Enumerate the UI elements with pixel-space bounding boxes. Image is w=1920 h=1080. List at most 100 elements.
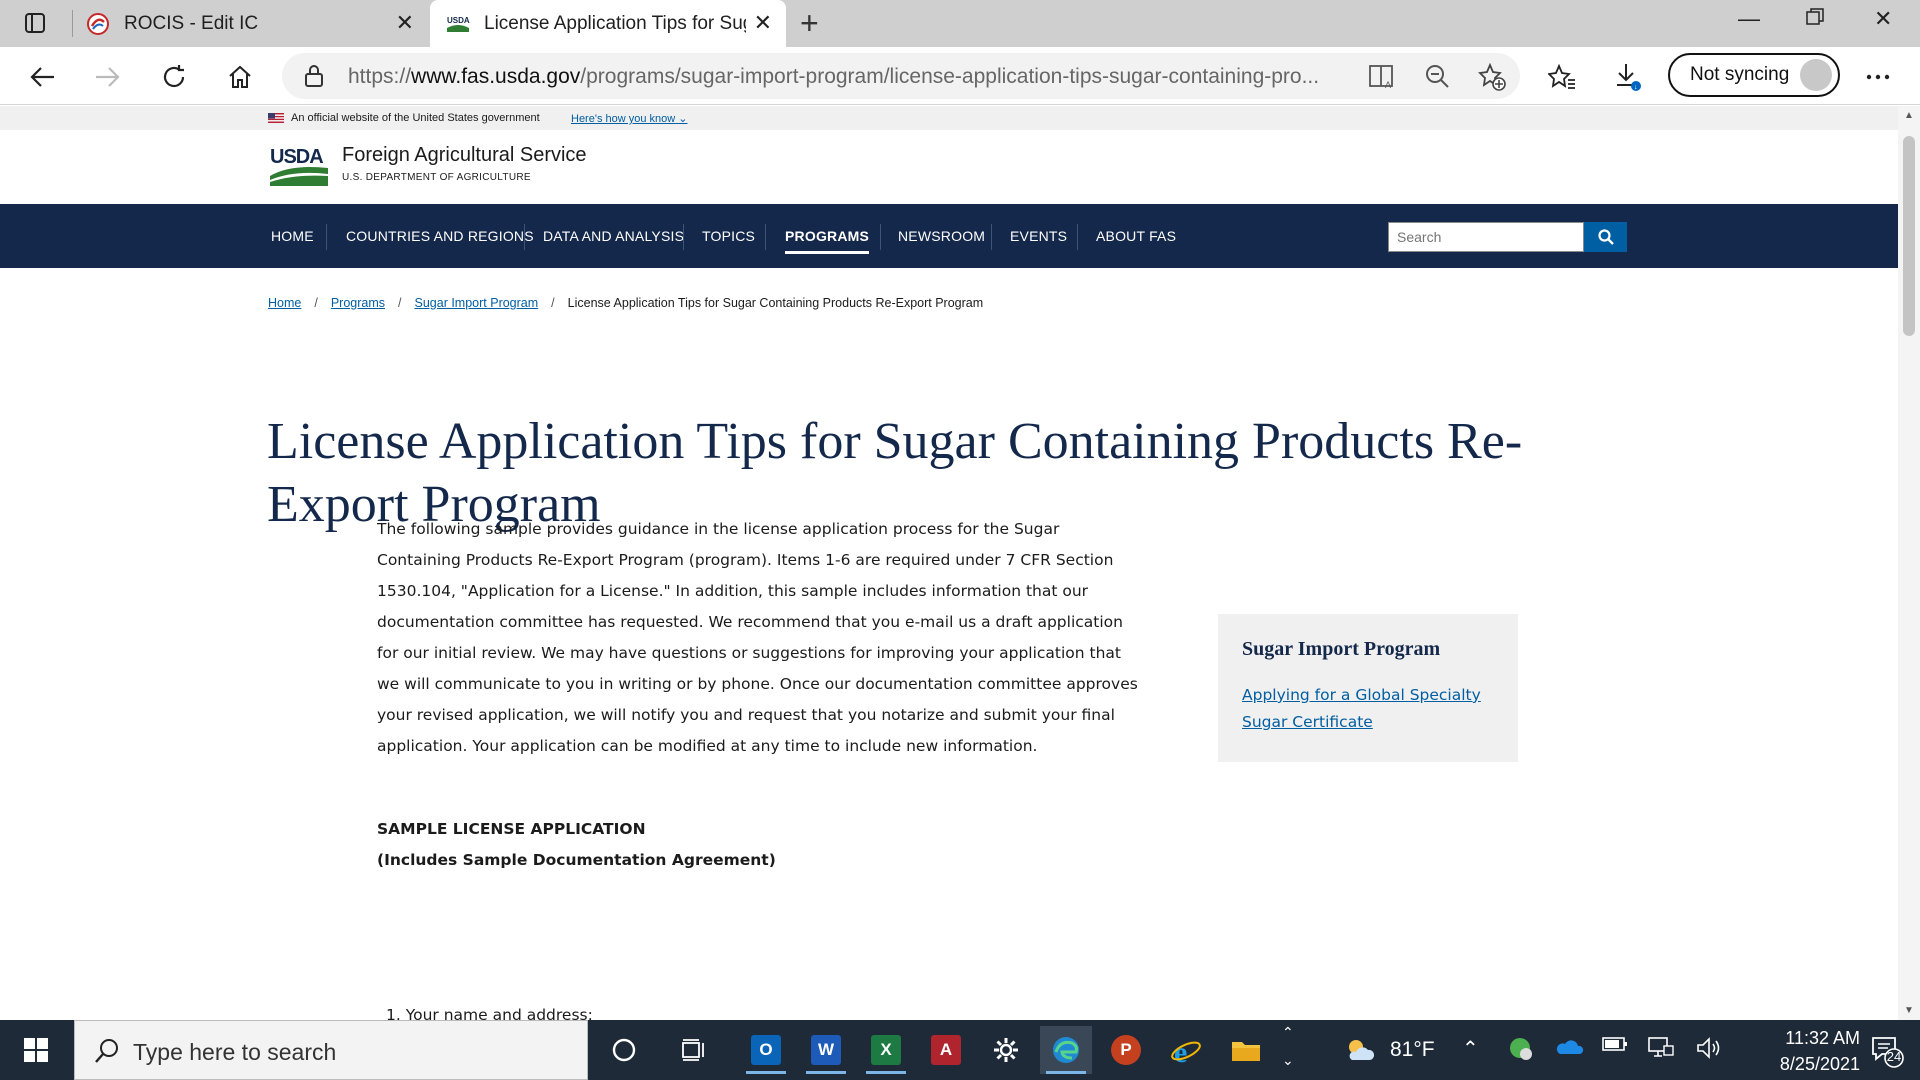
agency-name[interactable]: Foreign Agricultural Service [342,144,587,167]
heres-how-you-know-link[interactable]: Here's how you know ⌄ [571,112,688,125]
scroll-down-icon[interactable]: ⌄ [1282,1052,1294,1069]
nav-programs[interactable]: PROGRAMS [785,204,870,268]
scroll-up-icon[interactable]: ▲ [1904,110,1914,121]
sample-heading-title: SAMPLE LICENSE APPLICATION [377,820,646,838]
access-app-icon[interactable]: A [920,1026,972,1074]
sample-heading-subtitle: (Includes Sample Documentation Agreement… [377,851,776,869]
search-icon [95,1039,118,1063]
close-tab-icon[interactable]: ✕ [754,12,772,34]
zoom-out-icon[interactable] [1424,63,1450,89]
downloads-icon[interactable]: ↓ [1610,59,1646,95]
nav-home[interactable]: HOME [271,204,314,268]
nav-newsroom[interactable]: NEWSROOM [898,204,985,268]
breadcrumb-sugar-import-program[interactable]: Sugar Import Program [415,296,539,310]
nav-topics[interactable]: TOPICS [702,204,755,268]
usda-logo[interactable]: USDA [270,146,330,186]
file-explorer-app-icon[interactable] [1220,1026,1272,1074]
nav-events[interactable]: EVENTS [1010,204,1067,268]
list-item: 1. Your name and address: [386,1006,593,1020]
nav-separator [524,224,525,250]
breadcrumb: Home / Programs / Sugar Import Program / Licen… [268,296,983,310]
powerpoint-app-icon[interactable]: P [1100,1026,1152,1074]
tab-rocis[interactable]: ROCIS - Edit IC ✕ [86,0,428,47]
back-arrow-icon[interactable] [24,59,60,95]
settings-gear-icon[interactable] [980,1026,1032,1074]
page-viewport: An official website of the United States… [0,106,1898,1020]
nav-separator [1077,224,1078,250]
home-icon[interactable] [222,59,258,95]
site-header: USDA Foreign Agricultural Service U.S. D… [0,130,1898,204]
nav-data-and-analysis[interactable]: DATA AND ANALYSIS [543,204,684,268]
browser-tab-strip: ROCIS - Edit IC ✕ USDA License Applicati… [0,0,1920,47]
breadcrumb-home[interactable]: Home [268,296,301,310]
minimize-window-icon[interactable]: — [1738,6,1760,32]
profile-sync-button[interactable]: Not syncing [1668,53,1840,97]
tab-license-application[interactable]: USDA License Application Tips for Sugar … [430,0,786,47]
notification-count: 24 [1886,1049,1902,1064]
clock-date[interactable]: 8/25/2021 [1740,1054,1860,1075]
running-indicator [866,1071,906,1074]
tab-actions-icon[interactable] [12,8,58,38]
sidebar-title: Sugar Import Program [1242,638,1441,660]
add-favorite-icon[interactable] [1478,63,1506,91]
profile-avatar-icon [1800,59,1832,91]
nav-about-fas[interactable]: ABOUT FAS [1096,204,1176,268]
clock-time[interactable]: 11:32 AM [1740,1028,1860,1049]
address-bar[interactable]: https://www.fas.usda.gov/programs/sugar-… [282,53,1520,99]
svg-text:↓: ↓ [1634,84,1638,91]
start-button[interactable] [0,1020,72,1080]
url-scheme: https:// [348,65,412,88]
main-navigation: HOME COUNTRIES AND REGIONS DATA AND ANAL… [0,204,1898,268]
nav-separator [880,224,881,250]
notifications-icon[interactable]: 24 [1870,1034,1904,1073]
global-specialty-sugar-link[interactable]: Applying for a Global Specialty Sugar Ce… [1242,682,1492,736]
favorites-icon[interactable] [1544,59,1580,95]
nav-countries-and-regions[interactable]: COUNTRIES AND REGIONS [346,204,534,268]
close-tab-icon[interactable]: ✕ [396,12,414,34]
lock-icon[interactable] [304,64,324,88]
network-icon[interactable] [1648,1036,1674,1065]
battery-icon[interactable] [1602,1036,1628,1057]
more-options-icon[interactable] [1860,59,1896,95]
url-text[interactable]: https://www.fas.usda.gov/programs/sugar-… [348,65,1350,89]
cortana-icon[interactable] [598,1026,650,1074]
windows-taskbar: Type here to search O W X A P e ⌃ ⌄ 81°F… [0,1020,1920,1080]
page-scrollbar[interactable]: ▲ ▼ [1898,106,1920,1020]
edge-browser-app-icon[interactable] [1040,1026,1092,1074]
breadcrumb-programs[interactable]: Programs [331,296,385,310]
search-icon [1597,229,1614,245]
forward-arrow-icon[interactable] [90,59,126,95]
sync-label: Not syncing [1690,64,1790,85]
breadcrumb-separator: / [398,296,402,310]
weather-temperature[interactable]: 81°F [1390,1038,1435,1062]
task-view-icon[interactable] [668,1026,720,1074]
running-indicator [806,1071,846,1074]
close-window-icon[interactable]: ✕ [1874,6,1892,32]
tab-title: ROCIS - Edit IC [124,12,259,34]
outlook-app-icon[interactable]: O [740,1026,792,1074]
word-app-icon[interactable]: W [800,1026,852,1074]
show-hidden-icons-icon[interactable]: ⌃ [1462,1036,1479,1061]
heres-how-you-know-label: Here's how you know [571,113,676,125]
chevron-down-icon: ⌄ [678,113,688,125]
scroll-down-icon[interactable]: ▼ [1904,1005,1914,1016]
onedrive-cloud-icon[interactable] [1556,1036,1584,1061]
internet-explorer-app-icon[interactable]: e [1160,1026,1212,1074]
rocis-favicon-icon [87,12,109,35]
scrollbar-thumb[interactable] [1903,136,1915,336]
excel-app-icon[interactable]: X [860,1026,912,1074]
site-search-button[interactable] [1584,222,1627,252]
vpn-globe-icon[interactable] [1508,1036,1534,1067]
weather-icon[interactable] [1344,1036,1376,1069]
gov-banner: An official website of the United States… [0,106,1898,130]
nav-separator [765,224,766,250]
volume-icon[interactable] [1696,1036,1722,1065]
immersive-reader-icon[interactable]: A [1368,63,1396,89]
taskbar-search-box[interactable]: Type here to search [74,1020,588,1080]
site-search-input[interactable] [1388,222,1584,252]
restore-window-icon[interactable] [1806,6,1824,32]
scroll-up-icon[interactable]: ⌃ [1282,1024,1294,1041]
refresh-icon[interactable] [156,59,192,95]
new-tab-icon[interactable]: + [800,7,819,39]
intro-paragraph: The following sample provides guidance i… [377,520,1138,755]
